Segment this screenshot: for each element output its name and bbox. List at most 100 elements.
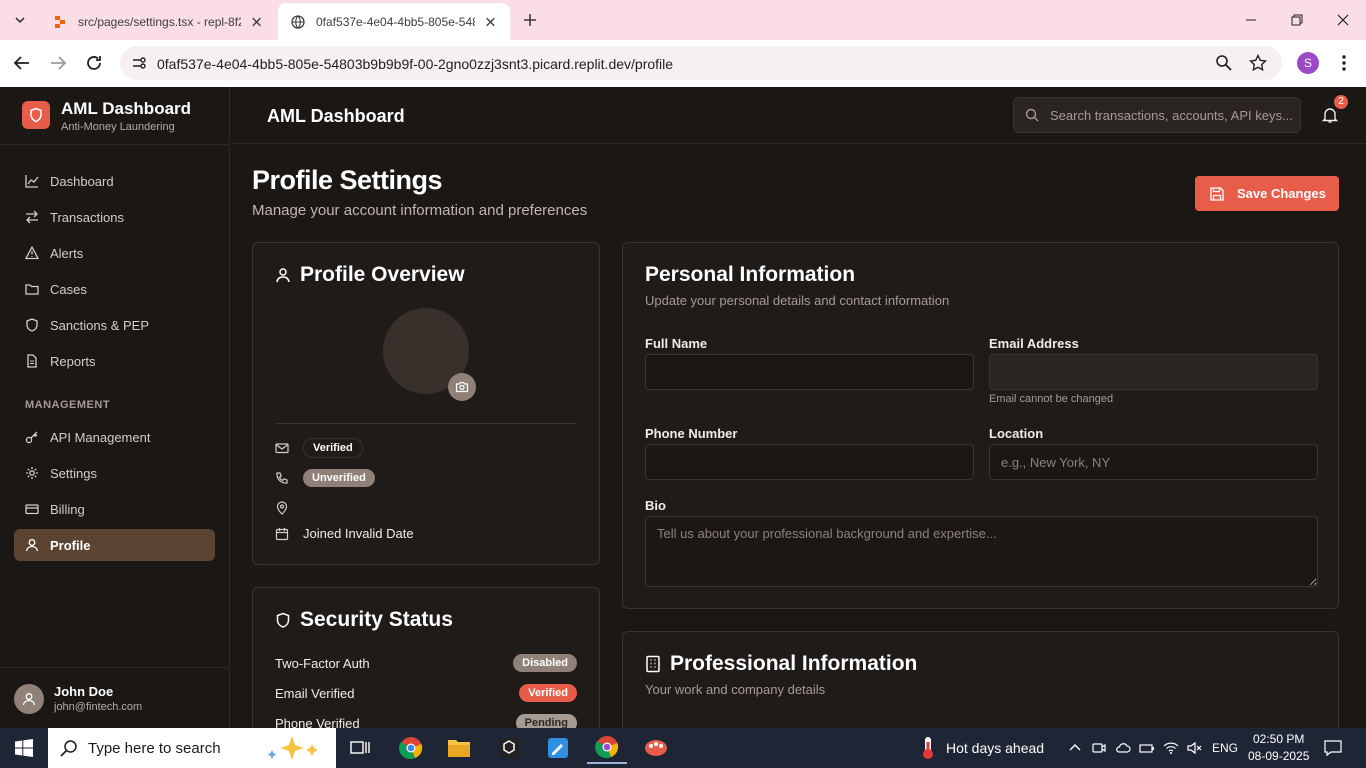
sidebar-item-api-management[interactable]: API Management (14, 421, 215, 453)
phone-icon (276, 472, 288, 484)
email-hint: Email cannot be changed (989, 393, 1114, 405)
clock-date: 08-09-2025 (1248, 749, 1310, 763)
phone-number-field[interactable] (645, 444, 974, 480)
user-menu[interactable]: John Doe john@fintech.com (0, 667, 230, 728)
browser-profile-avatar[interactable]: S (1297, 52, 1319, 74)
sidebar-item-dashboard[interactable]: Dashboard (14, 165, 215, 197)
search-input[interactable] (1050, 98, 1296, 132)
kebab-menu-icon[interactable] (1333, 52, 1355, 74)
reload-icon[interactable] (83, 52, 105, 74)
building-icon (646, 655, 660, 673)
arrows-exchange-icon (26, 210, 38, 224)
file-text-icon (27, 354, 37, 368)
new-tab-icon[interactable] (518, 8, 542, 32)
main-content: Profile Settings Manage your account inf… (231, 145, 1366, 728)
close-tab-icon[interactable] (249, 14, 264, 30)
sidebar-item-billing[interactable]: Billing (14, 493, 215, 525)
email-field (989, 354, 1318, 390)
bio-textarea[interactable] (645, 516, 1318, 587)
battery-icon[interactable] (1139, 740, 1155, 756)
cloud-icon[interactable] (1115, 740, 1131, 756)
sidebar-item-transactions[interactable]: Transactions (14, 201, 215, 233)
restore-icon (1291, 14, 1303, 26)
taskbar-app-cube[interactable] (489, 732, 529, 764)
minimize-icon (1246, 19, 1256, 21)
shield-icon (30, 107, 42, 123)
close-window-button[interactable] (1320, 0, 1366, 40)
global-search[interactable] (1013, 97, 1301, 133)
search-icon (60, 740, 77, 757)
windows-logo-icon (15, 739, 33, 757)
folder-icon (448, 740, 470, 757)
browser-tab-replit[interactable]: src/pages/settings.tsx - repl-8f2... (40, 3, 276, 40)
security-row-label: Two-Factor Auth (275, 655, 370, 671)
start-button[interactable] (4, 732, 44, 764)
user-icon (22, 693, 36, 706)
user-email: john@fintech.com (54, 701, 143, 713)
sidebar-item-label: Sanctions & PEP (50, 317, 149, 333)
key-icon (25, 431, 38, 444)
brand[interactable]: AML Dashboard Anti-Money Laundering (14, 87, 230, 144)
sidebar-item-label: API Management (50, 429, 151, 445)
change-photo-button[interactable] (448, 373, 476, 401)
back-arrow-icon[interactable] (11, 52, 33, 74)
taskbar-chrome[interactable] (391, 732, 431, 764)
sidebar-item-sanctions[interactable]: Sanctions & PEP (14, 309, 215, 341)
security-row-email: Email Verified Verified (275, 684, 577, 702)
language-indicator[interactable]: ENG (1212, 741, 1238, 755)
zoom-icon[interactable] (1215, 54, 1233, 72)
volume-muted-icon[interactable] (1187, 740, 1203, 756)
restore-button[interactable] (1274, 0, 1320, 40)
bookmark-star-icon[interactable] (1249, 54, 1267, 72)
taskbar-search-placeholder: Type here to search (88, 739, 221, 757)
card-title: Professional Information (645, 652, 917, 676)
chevron-up-icon[interactable] (1067, 740, 1083, 756)
professional-information-card: Professional Information Your work and c… (622, 631, 1339, 728)
security-row-phone: Phone Verified Pending (275, 714, 577, 728)
sidebar-item-label: Profile (50, 537, 91, 553)
mail-icon (275, 443, 289, 454)
sidebar: AML Dashboard Anti-Money Laundering Dash… (0, 87, 230, 728)
close-tab-icon[interactable] (483, 14, 498, 30)
taskbar-file-explorer[interactable] (439, 732, 479, 764)
save-button-label: Save Changes (1237, 186, 1326, 201)
sidebar-item-alerts[interactable]: Alerts (14, 237, 215, 269)
sidebar-item-reports[interactable]: Reports (14, 345, 215, 377)
bell-icon[interactable] (1321, 106, 1339, 124)
status-badge: Pending (515, 714, 577, 728)
personal-information-title: Personal Information (645, 263, 856, 286)
taskbar-app-blue[interactable] (538, 732, 578, 764)
wifi-icon[interactable] (1163, 740, 1179, 756)
shield-icon (26, 318, 38, 332)
site-info-icon[interactable] (130, 54, 148, 72)
full-name-field[interactable] (645, 354, 974, 390)
sparkle-icon (267, 736, 318, 760)
notification-center-icon[interactable] (1324, 739, 1342, 757)
user-icon (25, 539, 39, 552)
taskbar-chrome-active[interactable] (587, 732, 627, 764)
tab-search-button[interactable] (8, 8, 32, 32)
taskbar-app-paint[interactable] (636, 732, 676, 764)
taskbar-search[interactable]: Type here to search (48, 728, 336, 768)
section-heading-management: MANAGEMENT (25, 399, 111, 411)
clock-time: 02:50 PM (1253, 732, 1305, 746)
sidebar-item-profile[interactable]: Profile (14, 529, 215, 561)
sidebar-item-label: Cases (50, 281, 87, 297)
professional-information-subtitle: Your work and company details (645, 682, 826, 697)
meet-now-icon[interactable] (1091, 740, 1107, 756)
address-bar[interactable]: 0faf537e-4e04-4bb5-805e-54803b9b9b9f-00-… (120, 46, 1282, 80)
browser-tab-profile[interactable]: 0faf537e-4e04-4bb5-805e-5480... (278, 3, 510, 40)
sidebar-item-cases[interactable]: Cases (14, 273, 215, 305)
sidebar-item-label: Settings (50, 465, 97, 481)
weather-text[interactable]: Hot days ahead (946, 740, 1044, 756)
bio-label: Bio (645, 498, 666, 513)
save-changes-button[interactable]: Save Changes (1195, 176, 1339, 211)
task-view-button[interactable] (340, 732, 380, 764)
card-title: Profile Overview (275, 263, 465, 287)
forward-arrow-icon[interactable] (47, 52, 69, 74)
sidebar-item-settings[interactable]: Settings (14, 457, 215, 489)
location-field[interactable] (989, 444, 1318, 480)
full-name-label: Full Name (645, 336, 708, 351)
minimize-button[interactable] (1228, 0, 1274, 40)
clock[interactable]: 02:50 PM 08-09-2025 (1248, 731, 1309, 765)
